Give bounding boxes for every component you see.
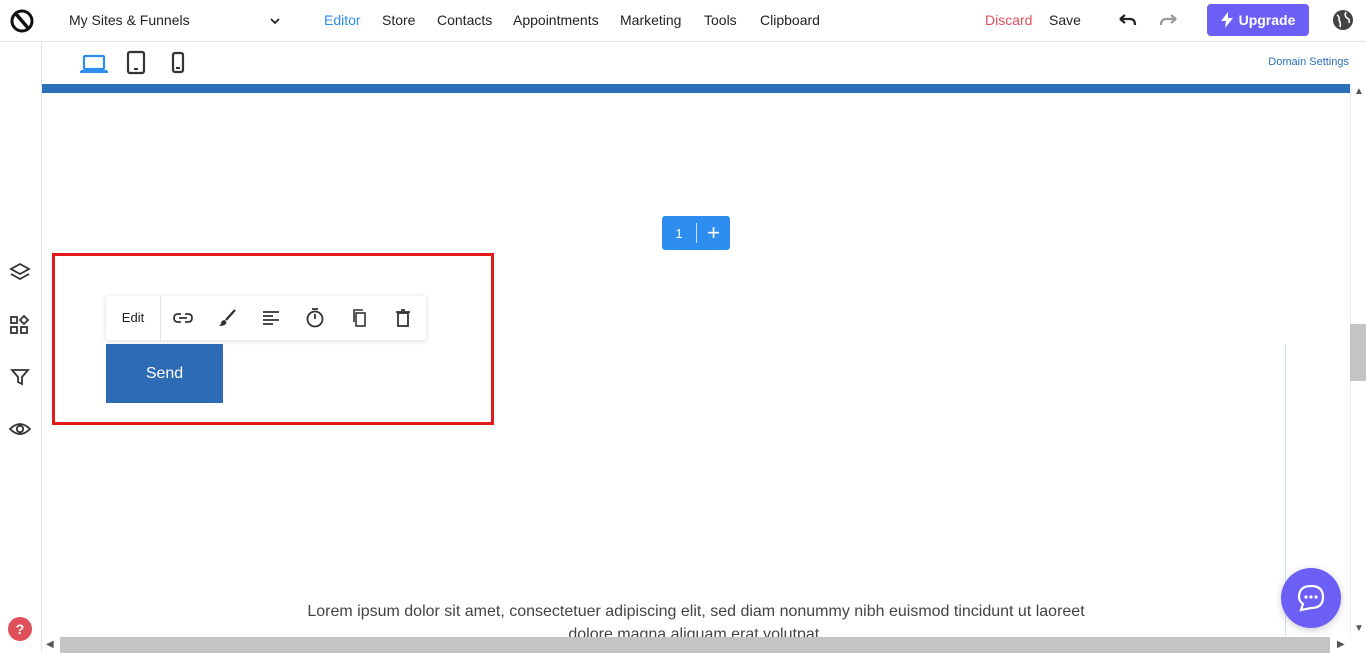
save-button[interactable]: Save <box>1049 12 1081 28</box>
scroll-up-icon[interactable]: ▲ <box>1354 86 1364 97</box>
element-toolbar: Edit <box>106 296 426 340</box>
scroll-down-icon[interactable]: ▼ <box>1354 623 1364 634</box>
nav-editor[interactable]: Editor <box>324 12 361 28</box>
link-icon[interactable] <box>161 296 205 340</box>
scroll-right-icon[interactable]: ▶ <box>1337 639 1345 650</box>
add-row-button[interactable]: + <box>697 222 730 244</box>
align-left-icon[interactable] <box>249 296 293 340</box>
chevron-down-icon[interactable] <box>268 14 282 28</box>
chat-bubble-icon <box>1297 584 1325 612</box>
section-top-band <box>42 84 1350 93</box>
send-button[interactable]: Send <box>106 344 223 403</box>
globe-icon[interactable] <box>1332 9 1354 31</box>
mobile-view-icon[interactable] <box>164 50 192 76</box>
nav-tools[interactable]: Tools <box>704 12 737 28</box>
undo-icon[interactable] <box>1116 11 1138 31</box>
domain-settings-link[interactable]: Domain Settings <box>1268 56 1349 68</box>
row-number[interactable]: 1 <box>662 226 696 241</box>
discard-button[interactable]: Discard <box>985 12 1032 28</box>
sites-funnels-dropdown[interactable]: My Sites & Funnels <box>69 12 190 28</box>
lightning-icon <box>1220 12 1233 28</box>
eye-icon[interactable] <box>9 418 31 440</box>
nav-appointments[interactable]: Appointments <box>513 12 599 28</box>
elements-icon[interactable] <box>9 314 31 336</box>
left-sidebar <box>0 42 42 653</box>
upgrade-button[interactable]: Upgrade <box>1207 4 1309 36</box>
brush-icon[interactable] <box>205 296 249 340</box>
lorem-paragraph: Lorem ipsum dolor sit amet, consectetuer… <box>307 603 1085 637</box>
funnel-icon[interactable] <box>9 366 31 388</box>
horizontal-scroll-thumb[interactable] <box>60 637 1330 653</box>
nav-clipboard[interactable]: Clipboard <box>760 12 820 28</box>
logo-icon[interactable] <box>10 9 34 33</box>
top-bar: My Sites & Funnels Editor Store Contacts… <box>0 0 1366 42</box>
tablet-view-icon[interactable] <box>122 50 150 76</box>
vertical-scroll-thumb[interactable] <box>1350 324 1366 381</box>
timer-icon[interactable] <box>293 296 337 340</box>
delete-icon[interactable] <box>381 296 425 340</box>
chat-widget-button[interactable] <box>1281 568 1341 628</box>
duplicate-icon[interactable] <box>337 296 381 340</box>
edit-button[interactable]: Edit <box>106 296 161 340</box>
row-tag[interactable]: 1 + <box>662 216 730 250</box>
editor-canvas: 1 + Edit Send Lorem ipsum dolor sit amet… <box>42 84 1350 637</box>
active-device-indicator <box>80 71 108 73</box>
redo-icon[interactable] <box>1158 11 1180 31</box>
device-bar: Domain Settings <box>42 42 1366 84</box>
upgrade-label: Upgrade <box>1238 12 1296 28</box>
nav-marketing[interactable]: Marketing <box>620 12 681 28</box>
layers-icon[interactable] <box>9 261 31 283</box>
scroll-left-icon[interactable]: ◀ <box>46 639 54 650</box>
help-button[interactable]: ? <box>8 617 32 641</box>
nav-contacts[interactable]: Contacts <box>437 12 492 28</box>
nav-store[interactable]: Store <box>382 12 415 28</box>
